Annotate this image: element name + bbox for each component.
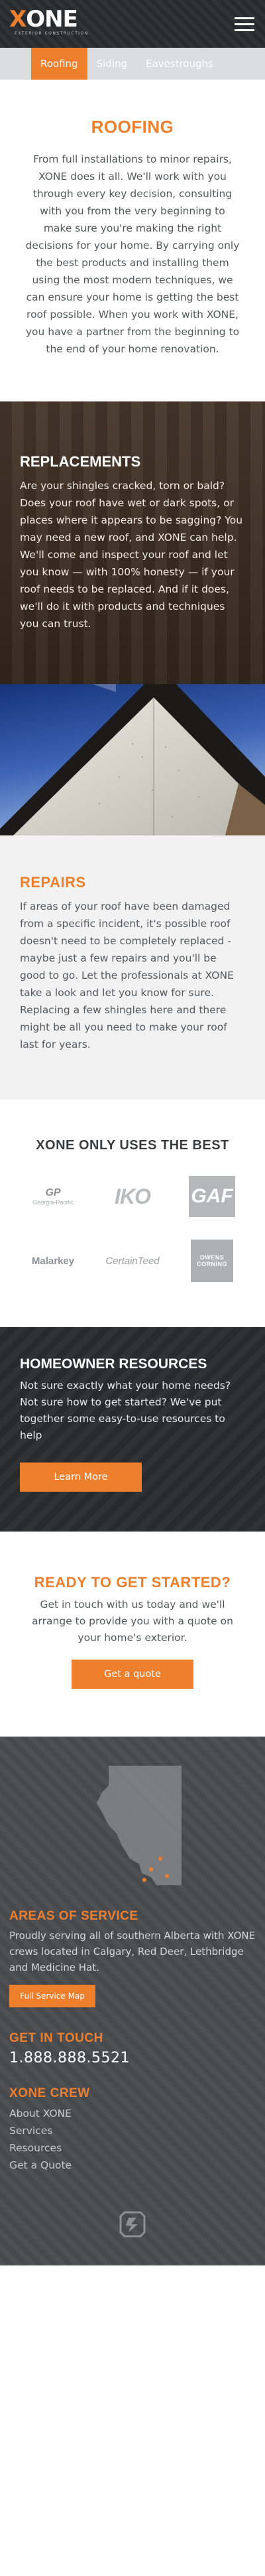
site-header: X ONE EXTERIOR CONSTRUCTION Roofing Sidin… [0,0,265,80]
brand-logo-malarkey: Malarkey [31,1255,75,1267]
brand-logo-grid: GP Georgia-Pacific IKO GAF Malarkey Cert… [19,1176,246,1282]
roof-gable-illustration [0,684,265,835]
gp-mark: GP [45,1187,61,1198]
brand-logo-owens-corning: OWENS CORNING [191,1240,233,1282]
phone-number-link[interactable]: 1.888.888.5521 [9,2050,256,2066]
page-title: ROOFING [91,117,174,137]
brand-logo-gaf: GAF [189,1176,235,1217]
replacements-text: Are your shingles cracked, torn or bald?… [20,480,243,630]
alberta-map-icon [97,1766,182,1885]
footer-link-resources[interactable]: Resources [9,2139,256,2157]
service-area-heading: AREAS OF SERVICE [9,1909,138,1923]
logo-tagline: EXTERIOR CONSTRUCTION [15,31,89,36]
brand-logo-iko: IKO [115,1184,151,1208]
footer-link-services[interactable]: Services [9,2122,256,2139]
roof-photo [0,684,265,835]
xone-logo[interactable]: X ONE EXTERIOR CONSTRUCTION [9,6,89,36]
top-bar: X ONE EXTERIOR CONSTRUCTION [0,0,265,48]
resources-heading: HOMEOWNER RESOURCES [20,1356,207,1372]
get-started-text: Get in touch with us today and we'll arr… [32,1599,233,1644]
learn-more-button[interactable]: Learn More [20,1463,142,1492]
get-a-quote-button[interactable]: Get a quote [72,1660,193,1689]
get-started-section: READY TO GET STARTED? Get in touch with … [0,1532,265,1737]
footer-link-get-a-quote[interactable]: Get a Quote [9,2157,256,2174]
subnav-item-siding[interactable]: Siding [87,48,136,80]
footer-links: About XONE Services Resources Get a Quot… [9,2105,256,2174]
hamburger-menu-icon[interactable] [235,17,254,32]
resources-text: Not sure exactly what your home needs? N… [20,1380,231,1441]
subnav-item-eavestroughs[interactable]: Eavestroughs [136,48,223,80]
logo-wordmark: X ONE [9,6,89,33]
services-subnav: Roofing Siding Eavestroughs [0,48,265,80]
footer-logo [9,2210,256,2239]
xone-crew-heading: XONE CREW [9,2086,90,2100]
footer-link-about[interactable]: About XONE [9,2105,256,2122]
repairs-text: If areas of your roof have been damaged … [20,900,234,1050]
subnav-item-roofing[interactable]: Roofing [31,48,87,80]
brands-section: XONE ONLY USES THE BEST GP Georgia-Pacif… [0,1100,265,1327]
service-area-text: Proudly serving all of southern Alberta … [9,1930,256,1973]
brands-heading: XONE ONLY USES THE BEST [36,1138,229,1153]
brand-logo-georgia-pacific: GP Georgia-Pacific [20,1177,86,1216]
replacements-heading: REPLACEMENTS [20,453,141,470]
intro-text: From full installations to minor repairs… [25,153,240,355]
xone-emblem-icon [119,2211,146,2238]
full-service-map-button[interactable]: Full Service Map [9,1985,95,2007]
get-started-heading: READY TO GET STARTED? [34,1574,231,1591]
repairs-section: REPAIRS If areas of your roof have been … [0,835,265,1100]
replacements-section: REPLACEMENTS Are your shingles cracked, … [0,401,265,684]
logo-x: X [9,6,26,33]
logo-rest: ONE [26,6,78,33]
site-footer: AREAS OF SERVICE Proudly serving all of … [0,1737,265,2265]
service-area-map [9,1759,256,1892]
brand-logo-certainteed: CertainTeed [105,1255,160,1267]
homeowner-resources-section: HOMEOWNER RESOURCES Not sure exactly wha… [0,1327,265,1532]
roofing-intro-section: ROOFING From full installations to minor… [0,80,265,401]
repairs-heading: REPAIRS [20,874,86,891]
gp-subtext: Georgia-Pacific [32,1199,74,1206]
get-in-touch-heading: GET IN TOUCH [9,2031,103,2045]
